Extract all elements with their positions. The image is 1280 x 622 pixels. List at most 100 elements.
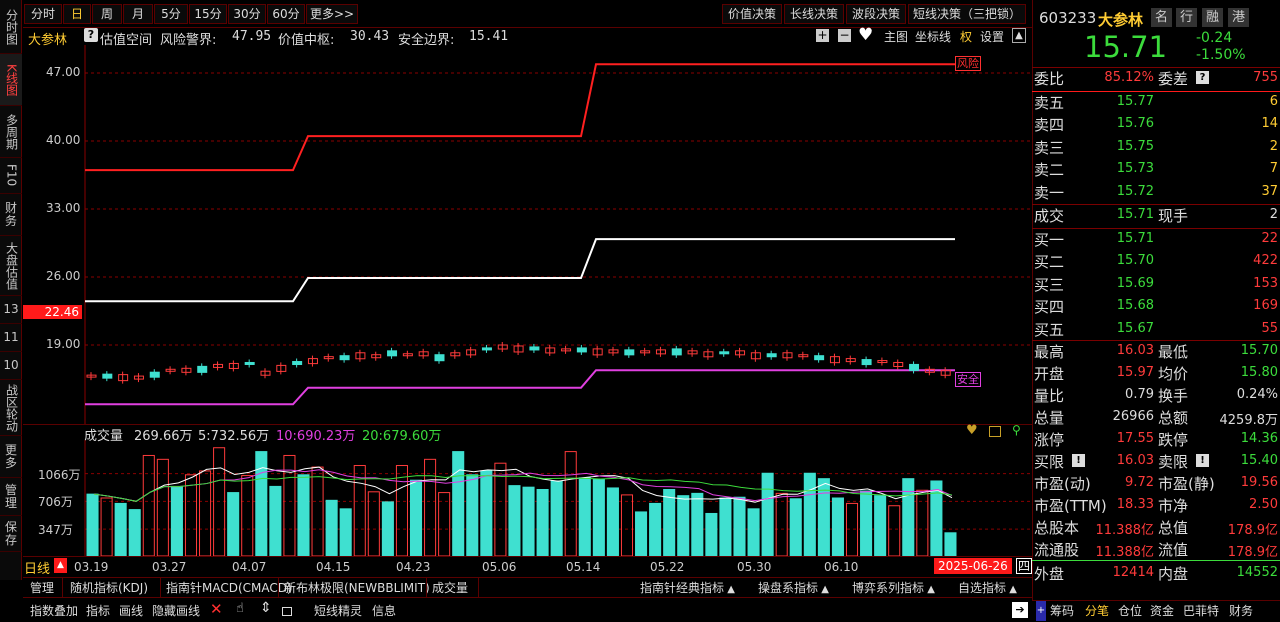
delete-icon[interactable]: ✕ [210, 600, 223, 618]
quote-tab-1[interactable]: 分笔 [1085, 602, 1109, 620]
indicator-tab-2[interactable]: 指南针MACD(CMACD) [166, 579, 292, 597]
sidebar-tab-5[interactable]: 大盘估值 [0, 236, 22, 296]
hide-lines-button[interactable]: 隐藏画线 [152, 602, 200, 620]
timeframe-1[interactable]: 日 [63, 4, 91, 24]
timeframe-5[interactable]: 15分 [189, 4, 227, 24]
zoom-in-icon[interactable]: + [816, 29, 829, 42]
date-label: 2025-06-26 [934, 558, 1012, 574]
candle [244, 361, 255, 365]
quote-tag-3[interactable]: 港 [1228, 8, 1249, 27]
volume-bar [747, 508, 760, 556]
indicator-tab-4[interactable]: 成交量 [432, 579, 468, 597]
weicha-help-icon[interactable]: ? [1196, 71, 1209, 84]
expand-arrow-icon[interactable]: ➔ [1012, 602, 1028, 618]
search-icon[interactable]: ⚲ [1012, 423, 1021, 437]
timeframe-2[interactable]: 周 [92, 4, 122, 24]
sidebar-tab-8[interactable]: 10 [0, 352, 22, 380]
volume-bar [325, 499, 338, 556]
volume-bar [677, 495, 690, 556]
move-icon[interactable]: ⇕ [260, 600, 272, 616]
timeframe-4[interactable]: 5分 [154, 4, 188, 24]
quote-tab-5[interactable]: 财务 [1229, 602, 1253, 620]
sidebar-tab-0[interactable]: 分时图 [0, 0, 22, 54]
quote-tab-3[interactable]: 资金 [1150, 602, 1174, 620]
decision-tab-3[interactable]: 短线决策（三把锁） [908, 4, 1026, 24]
sidebar-tab-11[interactable]: 管理 [0, 478, 22, 516]
decision-tab-2[interactable]: 波段决策 [846, 4, 906, 24]
vol-y-tick-label: 706万 [38, 495, 73, 510]
indicator-tab-1[interactable]: 随机指标(KDJ) [70, 579, 148, 597]
stat-label-right-0: 最低 [1158, 343, 1189, 361]
indicator-tab-0[interactable]: 管理 [30, 579, 54, 597]
bids-label-0: 买一 [1034, 231, 1065, 249]
right-indicator-tab-2[interactable]: 博弈系列指标 ▲ [852, 579, 935, 597]
sidebar-tab-10[interactable]: 更多 [0, 436, 22, 478]
main-chart[interactable] [23, 45, 1032, 425]
help-icon[interactable]: ? [84, 28, 98, 42]
short-line-sprite-button[interactable]: 短线精灵 [314, 602, 362, 620]
zoom-out-icon[interactable]: − [838, 29, 851, 42]
candle [719, 351, 730, 355]
x-tick-label: 03.19 [74, 560, 109, 574]
heart-small-icon[interactable]: ♥ [966, 423, 978, 438]
timeframe-3[interactable]: 月 [123, 4, 153, 24]
sidebar-tab-7[interactable]: 11 [0, 324, 22, 352]
hand-icon[interactable]: ☝ [236, 601, 244, 616]
volume-bar [522, 486, 535, 556]
stat-value-left-9: 11.388亿 [1095, 545, 1155, 560]
volume-bar [86, 493, 99, 556]
timeframe-0[interactable]: 分时 [24, 4, 62, 24]
asks-price-2: 15.75 [1116, 138, 1154, 154]
rights-button[interactable]: 权 [960, 28, 972, 45]
axis-line-button[interactable]: 坐标线 [915, 28, 951, 45]
stat-value-left-3: 26966 [1112, 409, 1154, 424]
right-indicator-tab-0[interactable]: 指南针经典指标 ▲ [640, 579, 735, 597]
quote-tag-1[interactable]: 行 [1176, 8, 1197, 27]
volume-bar [466, 474, 479, 556]
timeframe-7[interactable]: 60分 [267, 4, 305, 24]
indicator-tab-3[interactable]: 新布林极限(NEWBBLIMIT) [284, 579, 430, 597]
main-chart-button[interactable]: 主图 [884, 28, 908, 45]
expand-quote-icon[interactable]: + [1036, 601, 1046, 621]
quote-tab-0[interactable]: 筹码 [1050, 602, 1074, 620]
heart-icon[interactable]: ♥ [858, 25, 873, 45]
right-indicator-tab-3[interactable]: 自选指标 ▲ [958, 579, 1017, 597]
quote-tab-4[interactable]: 巴菲特 [1183, 602, 1219, 620]
volume-bar [649, 502, 662, 556]
collapse-icon[interactable]: ▲ [1012, 28, 1026, 43]
hand-value: 2 [1269, 207, 1278, 222]
decision-tab-1[interactable]: 长线决策 [784, 4, 844, 24]
draw-line-button[interactable]: 画线 [119, 602, 143, 620]
sidebar-tab-9[interactable]: 战区轮动 [0, 380, 22, 436]
lock-icon[interactable] [282, 607, 292, 616]
decision-tab-0[interactable]: 价值决策 [722, 4, 782, 24]
candle [387, 350, 398, 357]
asks-volume-4: 37 [1261, 183, 1278, 199]
info-button[interactable]: 信息 [372, 602, 396, 620]
timeframe-8[interactable]: 更多>> [306, 4, 358, 24]
quote-tag-2[interactable]: 融 [1202, 8, 1223, 27]
period-label[interactable]: 日线 [24, 558, 50, 577]
sidebar-tab-2[interactable]: 多周期 [0, 106, 22, 158]
alert-icon[interactable]: ! [1196, 454, 1209, 467]
period-toggle-icon[interactable]: ▲ [54, 558, 67, 573]
alert-icon[interactable]: ! [1072, 454, 1085, 467]
settings-button[interactable]: 设置 [980, 28, 1004, 45]
index-overlay-button[interactable]: 指数叠加 [30, 602, 78, 620]
quote-tab-2[interactable]: 仓位 [1118, 602, 1142, 620]
sidebar-tab-4[interactable]: 财务 [0, 194, 22, 236]
sidebar-tab-12[interactable]: 保存 [0, 516, 22, 552]
quote-tag-0[interactable]: 名 [1151, 8, 1172, 27]
sidebar-tab-1[interactable]: K线图 [0, 54, 22, 106]
x-tick-label: 05.14 [566, 560, 601, 574]
sidebar-tab-6[interactable]: 13 [0, 296, 22, 324]
x-tick-label: 05.30 [737, 560, 772, 574]
indicator-button[interactable]: 指标 [86, 602, 110, 620]
right-indicator-tab-1[interactable]: 操盘系指标 ▲ [758, 579, 829, 597]
stat-value-right-0: 15.70 [1240, 343, 1278, 358]
timeframe-6[interactable]: 30分 [228, 4, 266, 24]
right-indicator-label: 操盘系指标 [758, 581, 819, 595]
sidebar-tab-3[interactable]: F10 [0, 158, 22, 194]
volume-chart[interactable] [23, 440, 1032, 556]
printer-icon[interactable] [989, 426, 1001, 437]
